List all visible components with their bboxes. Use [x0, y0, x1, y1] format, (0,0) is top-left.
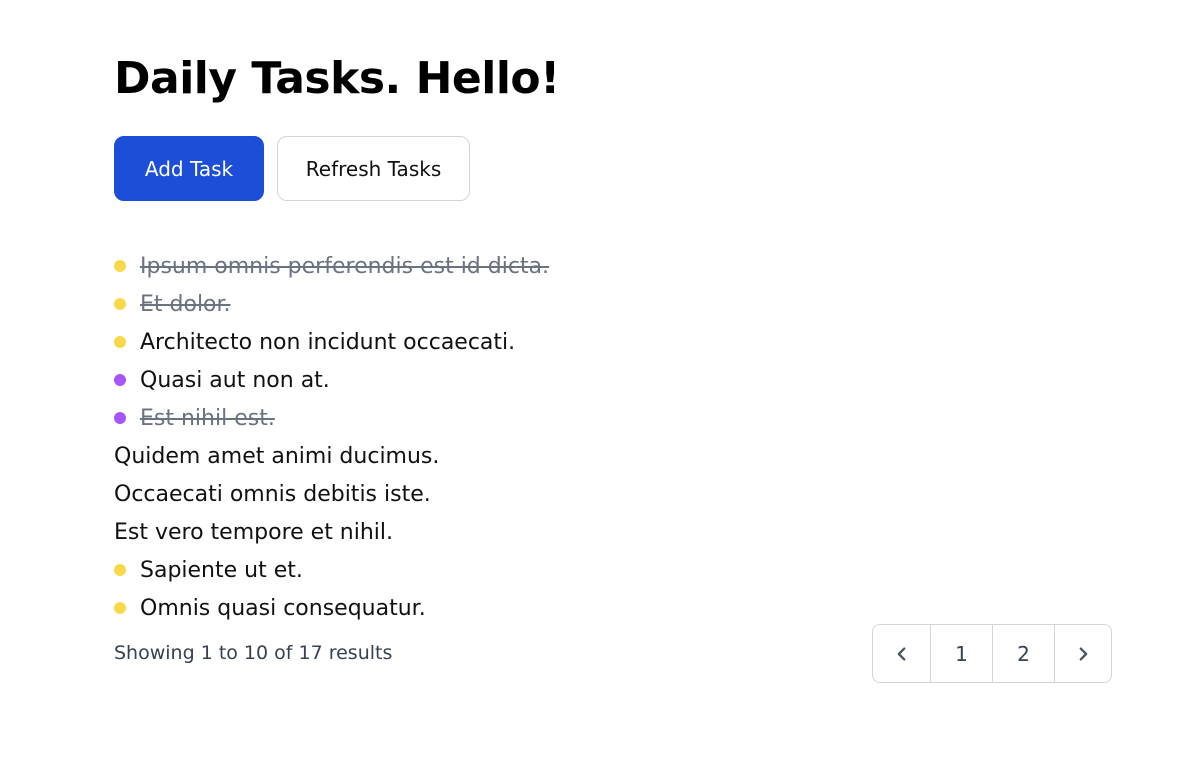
task-item[interactable]: Quasi aut non at. — [114, 361, 549, 399]
pagination: 1 2 — [872, 624, 1112, 683]
chevron-right-icon — [1079, 646, 1088, 661]
refresh-tasks-button[interactable]: Refresh Tasks — [277, 136, 470, 201]
task-text: Est vero tempore et nihil. — [114, 519, 394, 545]
task-status-dot — [114, 260, 126, 272]
task-item[interactable]: Quidem amet animi ducimus. — [114, 437, 549, 475]
results-summary: Showing 1 to 10 of 17 results — [114, 642, 393, 664]
task-text: Et dolor. — [140, 291, 231, 317]
task-item[interactable]: Et dolor. — [114, 285, 549, 323]
task-item[interactable]: Architecto non incidunt occaecati. — [114, 323, 549, 361]
action-bar: Add Task Refresh Tasks — [114, 136, 470, 201]
task-item[interactable]: Omnis quasi consequatur. — [114, 589, 549, 627]
task-list: Ipsum omnis perferendis est id dicta. Et… — [114, 247, 549, 627]
pagination-footer: Showing 1 to 10 of 17 results 1 2 — [114, 624, 1112, 683]
task-item[interactable]: Ipsum omnis perferendis est id dicta. — [114, 247, 549, 285]
task-text: Occaecati omnis debitis iste. — [114, 481, 431, 507]
task-status-dot — [114, 298, 126, 310]
task-text: Quasi aut non at. — [140, 367, 330, 393]
task-status-dot — [114, 602, 126, 614]
task-status-dot — [114, 564, 126, 576]
add-task-button[interactable]: Add Task — [114, 136, 264, 201]
next-page-button[interactable] — [1054, 625, 1111, 682]
page-button-1[interactable]: 1 — [930, 625, 992, 682]
page-title: Daily Tasks. Hello! — [114, 53, 560, 104]
task-item[interactable]: Est vero tempore et nihil. — [114, 513, 549, 551]
task-item[interactable]: Sapiente ut et. — [114, 551, 549, 589]
page-button-2[interactable]: 2 — [992, 625, 1054, 682]
task-text: Architecto non incidunt occaecati. — [140, 329, 516, 355]
task-status-dot — [114, 336, 126, 348]
task-status-dot — [114, 412, 126, 424]
task-item[interactable]: Occaecati omnis debitis iste. — [114, 475, 549, 513]
task-text: Est nihil est. — [140, 405, 275, 431]
task-item[interactable]: Est nihil est. — [114, 399, 549, 437]
task-text: Ipsum omnis perferendis est id dicta. — [140, 253, 550, 279]
task-text: Quidem amet animi ducimus. — [114, 443, 440, 469]
task-text: Sapiente ut et. — [140, 557, 303, 583]
task-status-dot — [114, 374, 126, 386]
chevron-left-icon — [897, 646, 905, 661]
task-text: Omnis quasi consequatur. — [140, 595, 426, 621]
prev-page-button[interactable] — [873, 625, 930, 682]
